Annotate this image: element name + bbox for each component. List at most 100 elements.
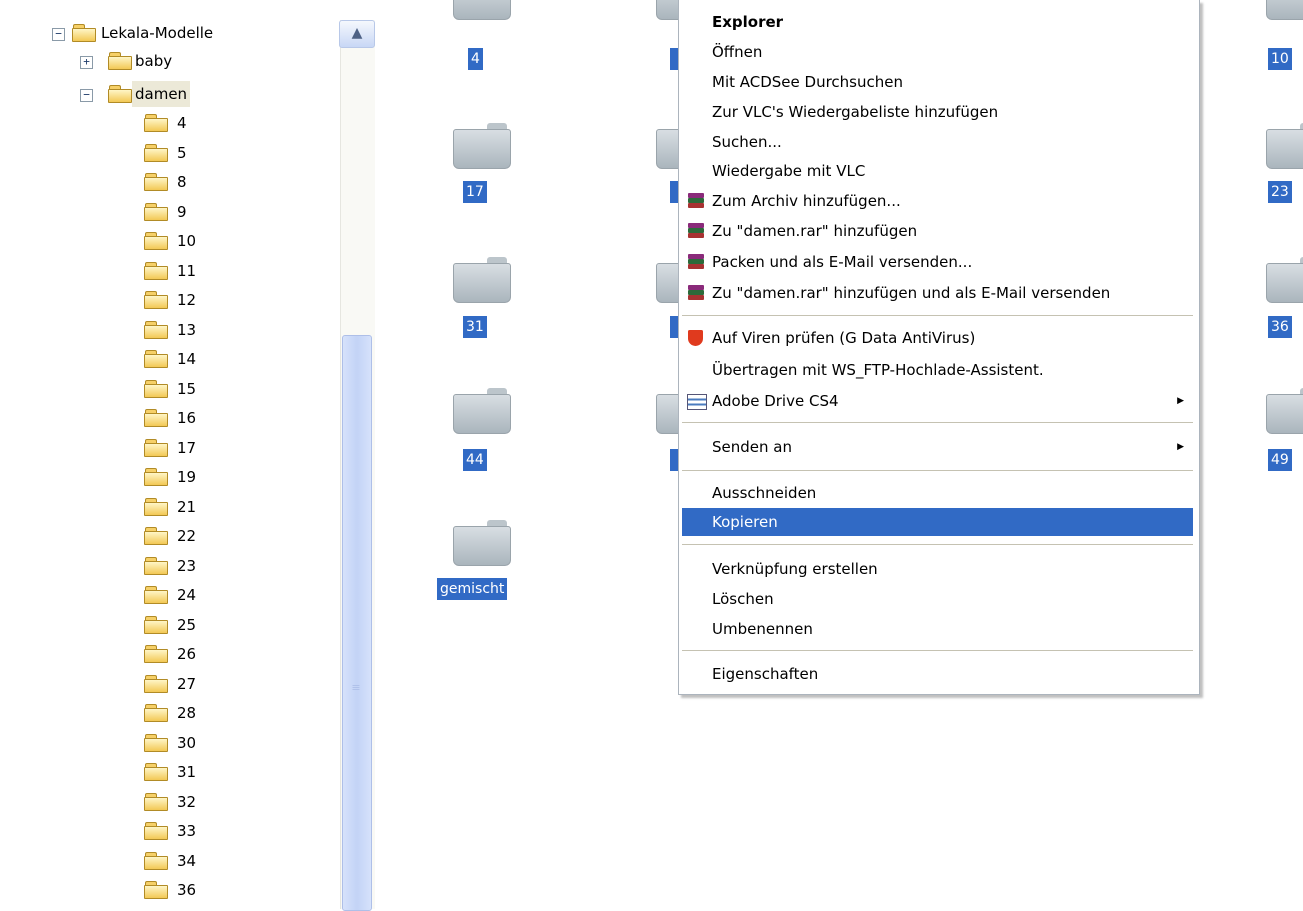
- tree-item-label: 22: [177, 527, 197, 545]
- folder-icon: [1266, 257, 1303, 303]
- folder-icon: [656, 123, 678, 169]
- folder-icon: [144, 822, 168, 840]
- menu-item-delete[interactable]: Löschen: [682, 585, 1193, 613]
- menu-item-open[interactable]: Öffnen: [682, 38, 1193, 66]
- tree-item-label: damen: [132, 81, 191, 107]
- menu-item-add-rar[interactable]: Zu "damen.rar" hinzufügen: [682, 217, 1193, 245]
- folder-icon: [453, 520, 511, 566]
- folder-icon: [108, 85, 132, 103]
- folder-icon: [72, 24, 96, 42]
- tree-item-label: 10: [177, 232, 197, 250]
- context-menu: Explorer Öffnen Mit ACDSee Durchsuchen Z…: [678, 0, 1200, 695]
- adobe-drive-icon: [687, 394, 707, 410]
- folder-icon: [144, 497, 168, 516]
- folder-label[interactable]: 36: [1268, 316, 1292, 338]
- menu-separator: [682, 470, 1193, 471]
- folder-icon: [453, 257, 511, 303]
- menu-item-acdsee[interactable]: Mit ACDSee Durchsuchen: [682, 68, 1193, 96]
- folder-icon: [144, 615, 168, 634]
- folder-icon: [144, 674, 168, 693]
- folder-icon: [144, 733, 168, 752]
- folder-icon: [453, 388, 511, 434]
- menu-separator: [682, 422, 1193, 423]
- menu-separator: [682, 315, 1193, 316]
- expand-icon[interactable]: +: [80, 56, 93, 69]
- folder-icon: [144, 527, 168, 545]
- tree-item-label: 31: [177, 763, 197, 781]
- folder-icon: [144, 586, 168, 604]
- folder-icon: [144, 704, 168, 722]
- collapse-icon[interactable]: −: [80, 89, 93, 102]
- folder-icon: [144, 881, 168, 899]
- folder-icon: [144, 114, 168, 132]
- tree-item-label: 19: [177, 468, 197, 486]
- scroll-thumb[interactable]: [342, 335, 372, 911]
- folder-icon: [108, 52, 132, 70]
- folder-icon: [144, 320, 168, 339]
- folder-label: [670, 181, 678, 203]
- folder-label[interactable]: 49: [1268, 449, 1292, 471]
- tree-item-label: 26: [177, 645, 197, 663]
- folder-icon: [453, 0, 511, 22]
- tree-item-label: 13: [177, 320, 197, 339]
- folder-label[interactable]: 23: [1268, 181, 1292, 203]
- menu-item-vlc-play[interactable]: Wiedergabe mit VLC: [682, 157, 1193, 185]
- tree-item-label: 33: [177, 822, 197, 840]
- tree-item-label: 32: [177, 792, 197, 811]
- folder-label: [670, 449, 678, 471]
- menu-item-copy[interactable]: Kopieren: [682, 508, 1193, 536]
- tree-item-label: baby: [135, 52, 173, 70]
- tree-item-label: 17: [177, 438, 197, 457]
- menu-item-properties[interactable]: Eigenschaften: [682, 660, 1193, 688]
- submenu-arrow-icon: ▶: [1177, 396, 1184, 406]
- folder-label: gemischt: [437, 578, 508, 600]
- menu-item-cut[interactable]: Ausschneiden: [682, 479, 1193, 507]
- tree-item-label: 25: [177, 615, 197, 634]
- folder-icon: [144, 232, 168, 250]
- menu-item-rar-email[interactable]: Zu "damen.rar" hinzufügen und als E-Mail…: [682, 279, 1193, 307]
- menu-item-explorer[interactable]: Explorer: [682, 8, 1193, 36]
- menu-item-pack-email[interactable]: Packen und als E-Mail versenden...: [682, 248, 1193, 276]
- folder-icon: [144, 173, 168, 191]
- folder-icon: [144, 438, 168, 457]
- menu-item-vlc-playlist[interactable]: Zur VLC's Wiedergabeliste hinzufügen: [682, 98, 1193, 126]
- menu-item-rename[interactable]: Umbenennen: [682, 615, 1193, 643]
- menu-item-virus-scan[interactable]: Auf Viren prüfen (G Data AntiVirus): [682, 324, 1193, 352]
- folder-icon: [144, 291, 168, 309]
- collapse-icon[interactable]: −: [52, 28, 65, 41]
- tree-item-label: 11: [177, 261, 197, 280]
- folder-icon: [144, 350, 168, 368]
- menu-item-adobe-drive[interactable]: Adobe Drive CS4 ▶: [682, 387, 1193, 415]
- tree-item-label: 8: [177, 173, 187, 191]
- folder-icon: [144, 143, 168, 162]
- tree-item-label: 12: [177, 291, 197, 309]
- winrar-icon: [687, 285, 705, 301]
- menu-separator: [682, 544, 1193, 545]
- folder-icon: [1266, 123, 1303, 169]
- folder-tree: − Lekala-Modelle + baby − damen 4 5 8 9 10 11…: [0, 0, 375, 911]
- tree-item-label: 34: [177, 851, 197, 870]
- winrar-icon: [687, 254, 705, 270]
- scroll-up-button[interactable]: ▲: [339, 20, 375, 48]
- tree-item-label: 5: [177, 143, 187, 162]
- menu-item-send-to[interactable]: Senden an ▶: [682, 433, 1193, 461]
- tree-item-label: 30: [177, 733, 197, 752]
- menu-item-ftp[interactable]: Übertragen mit WS_FTP-Hochlade-Assistent…: [682, 356, 1193, 384]
- menu-item-add-archive[interactable]: Zum Archiv hinzufügen...: [682, 187, 1193, 215]
- tree-item-label: 24: [177, 586, 197, 604]
- folder-icon: [144, 792, 168, 811]
- tree-item-label: 36: [177, 881, 197, 899]
- folder-label[interactable]: 10: [1268, 48, 1292, 70]
- tree-item-label: 9: [177, 202, 187, 221]
- folder-icon: [144, 202, 168, 221]
- menu-item-create-shortcut[interactable]: Verknüpfung erstellen: [682, 555, 1193, 583]
- folder-icon: [656, 388, 678, 434]
- tree-item-label: 15: [177, 379, 197, 398]
- scroll-up-icon: ▲: [351, 25, 363, 41]
- tree-item-label: 23: [177, 556, 197, 575]
- folder-label: [670, 48, 678, 70]
- folder-label: 17: [463, 181, 487, 203]
- submenu-arrow-icon: ▶: [1177, 442, 1184, 452]
- menu-item-search[interactable]: Suchen...: [682, 128, 1193, 156]
- tree-item-label: 4: [177, 114, 187, 132]
